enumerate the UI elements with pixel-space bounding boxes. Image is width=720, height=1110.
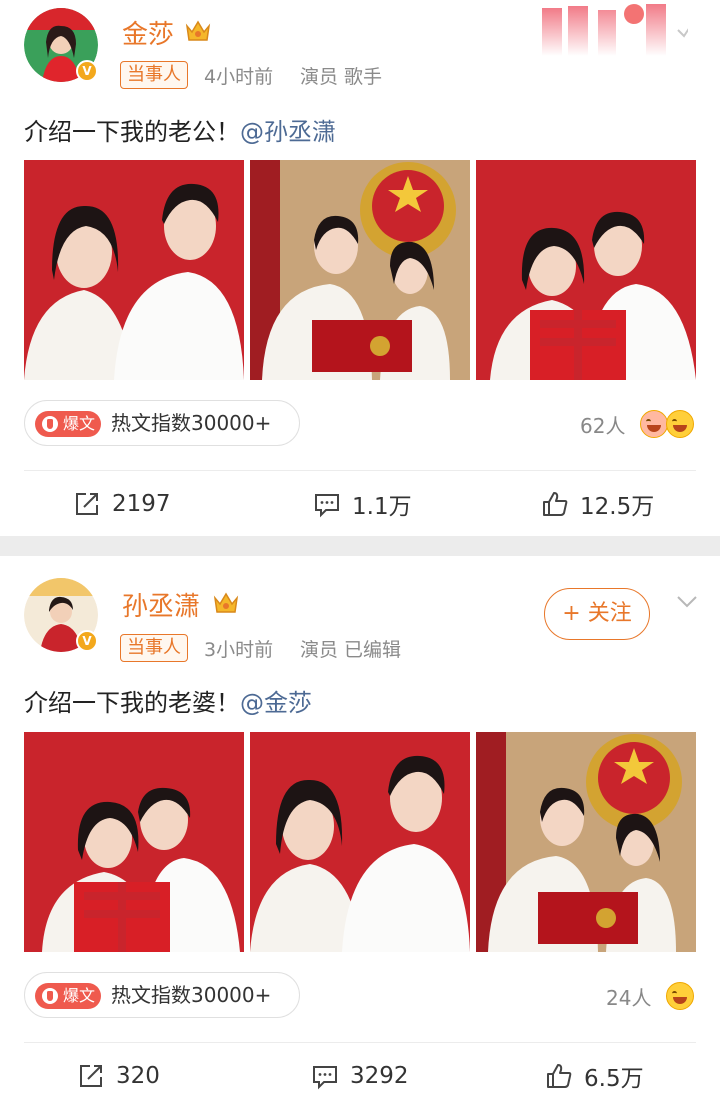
- grinning-emoji-icon: [666, 410, 694, 438]
- divider: [24, 1042, 696, 1043]
- like-button[interactable]: 6.5万: [544, 1056, 644, 1096]
- thumbs-up-icon: [547, 1064, 572, 1088]
- hot-index-text: 热文指数30000+: [111, 983, 272, 1007]
- post-text: 介绍一下我的老公！@孙丞潇: [24, 118, 336, 146]
- post-photo[interactable]: [476, 160, 696, 380]
- post-photo[interactable]: [250, 160, 470, 380]
- like-count: 12.5万: [580, 494, 655, 520]
- role-tag: 当事人: [120, 634, 188, 662]
- repost-count: 2197: [112, 491, 171, 517]
- post-time: 3小时前: [204, 639, 274, 661]
- post-time: 4小时前: [204, 66, 274, 88]
- user-name[interactable]: 金莎: [122, 14, 174, 51]
- hot-badge: 爆文: [35, 983, 101, 1009]
- chevron-down-icon[interactable]: [674, 588, 700, 614]
- user-meta: 演员 已编辑: [300, 639, 402, 661]
- repost-button[interactable]: 2197: [72, 484, 171, 524]
- comment-icon: [313, 1066, 337, 1090]
- comment-count: 1.1万: [352, 494, 412, 520]
- reaction-count[interactable]: 24人: [606, 982, 651, 1011]
- laughing-emoji-icon: [640, 410, 668, 438]
- grinning-emoji-icon: [666, 982, 694, 1010]
- repost-icon: [80, 1065, 102, 1087]
- user-meta: 演员 歌手: [300, 66, 383, 88]
- like-count: 6.5万: [584, 1066, 644, 1092]
- user-name[interactable]: 孙丞潇: [122, 586, 200, 623]
- post-card: V 金莎 当事人 4小时前 演员 歌手 介绍一下我的老公！@孙丞潇 爆文 热文指…: [0, 0, 720, 536]
- comment-icon: [315, 494, 339, 518]
- repost-icon: [76, 493, 98, 515]
- comment-button[interactable]: 1.1万: [312, 484, 412, 524]
- crown-icon: [213, 592, 239, 613]
- hot-index-text: 热文指数30000+: [111, 411, 272, 435]
- like-button[interactable]: 12.5万: [540, 484, 654, 524]
- follow-button[interactable]: + 关注: [544, 588, 650, 640]
- reaction-count[interactable]: 62人: [580, 410, 625, 439]
- post-photo[interactable]: [476, 732, 696, 952]
- comment-button[interactable]: 3292: [310, 1056, 409, 1096]
- hot-index-pill[interactable]: 爆文 热文指数30000+: [24, 400, 300, 446]
- repost-button[interactable]: 320: [76, 1056, 160, 1096]
- thumbs-up-icon: [543, 492, 568, 516]
- mention-link[interactable]: @孙丞潇: [240, 118, 336, 146]
- festival-banner-icon: [542, 4, 688, 56]
- hot-index-pill[interactable]: 爆文 热文指数30000+: [24, 972, 300, 1018]
- mention-link[interactable]: @金莎: [240, 689, 312, 717]
- repost-count: 320: [116, 1063, 160, 1089]
- comment-count: 3292: [350, 1063, 409, 1089]
- hot-badge: 爆文: [35, 411, 101, 437]
- post-photo[interactable]: [250, 732, 470, 952]
- post-photo[interactable]: [24, 160, 244, 380]
- role-tag: 当事人: [120, 61, 188, 89]
- divider: [24, 470, 696, 471]
- verified-badge-icon: V: [76, 60, 98, 82]
- verified-badge-icon: V: [76, 630, 98, 652]
- post-text: 介绍一下我的老婆！@金莎: [24, 689, 312, 717]
- post-photo[interactable]: [24, 732, 244, 952]
- crown-icon: [185, 20, 211, 41]
